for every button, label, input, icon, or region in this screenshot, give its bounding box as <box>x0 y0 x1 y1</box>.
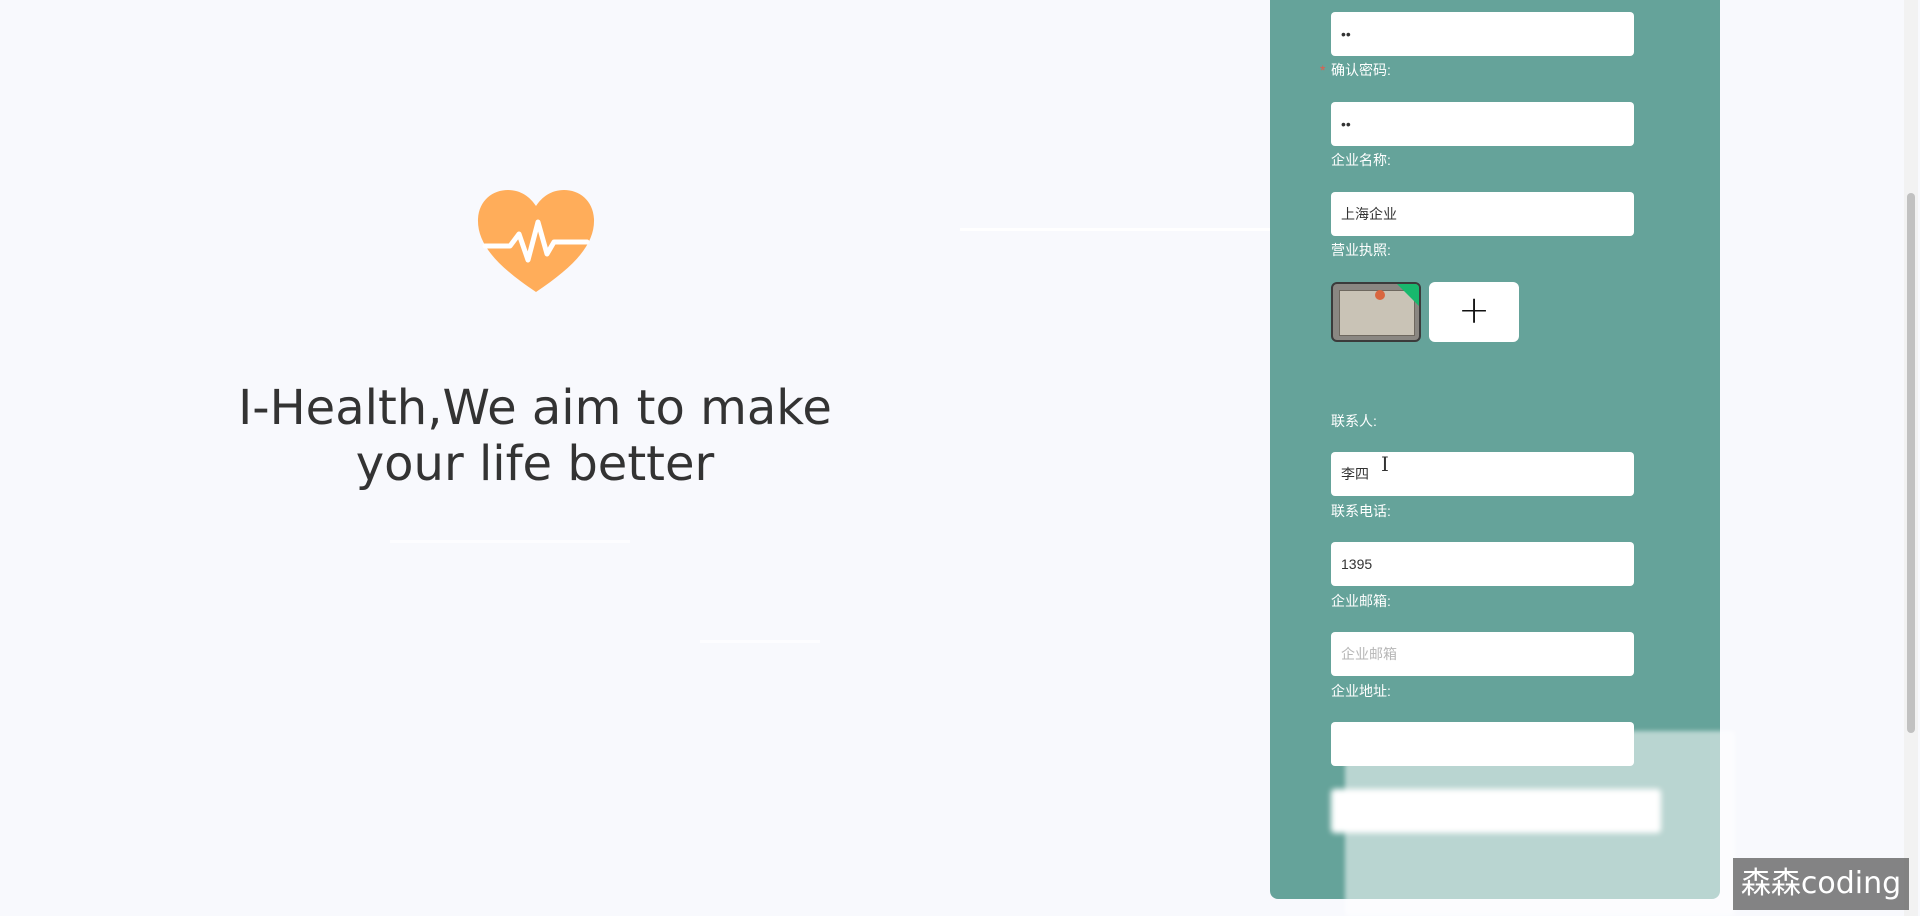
contact-person-label: 联系人: <box>1331 413 1377 429</box>
license-seal <box>1375 290 1385 300</box>
confirm-password-label-text: 确认密码: <box>1331 62 1391 78</box>
license-image-thumbnail[interactable] <box>1331 282 1421 342</box>
contact-phone-input[interactable] <box>1331 542 1634 586</box>
contact-person-input[interactable] <box>1331 452 1634 496</box>
company-email-label: 企业邮箱: <box>1331 593 1391 609</box>
watermark: 森森coding <box>1733 858 1909 910</box>
required-asterisk: * <box>1320 62 1326 78</box>
tagline: I-Health,We aim to make your life better <box>180 380 890 492</box>
scrollbar-thumb[interactable] <box>1907 193 1915 733</box>
company-name-label: 企业名称: <box>1331 152 1391 168</box>
hero-section: I-Health,We aim to make your life better <box>0 0 1270 916</box>
company-email-input[interactable] <box>1331 632 1634 676</box>
contact-phone-label: 联系电话: <box>1331 503 1391 519</box>
business-license-label: 营业执照: <box>1331 242 1391 258</box>
decorative-line <box>700 640 820 643</box>
plus-icon: + <box>1458 288 1490 332</box>
password-input[interactable] <box>1331 12 1634 56</box>
tagline-line-2: your life better <box>355 436 715 492</box>
add-license-button[interactable]: + <box>1429 282 1519 342</box>
company-name-input[interactable] <box>1331 192 1634 236</box>
confirm-password-label: * 确认密码: <box>1320 61 1391 79</box>
heart-pulse-icon <box>477 190 595 292</box>
upload-success-badge <box>1397 284 1419 306</box>
confirm-password-input[interactable] <box>1331 102 1634 146</box>
decorative-line <box>960 228 1270 231</box>
submit-button[interactable] <box>1331 789 1661 833</box>
company-address-label: 企业地址: <box>1331 683 1391 699</box>
tagline-line-1: I-Health,We aim to make <box>238 380 832 436</box>
text-cursor-icon: I <box>1381 452 1389 476</box>
decorative-line <box>390 540 630 543</box>
